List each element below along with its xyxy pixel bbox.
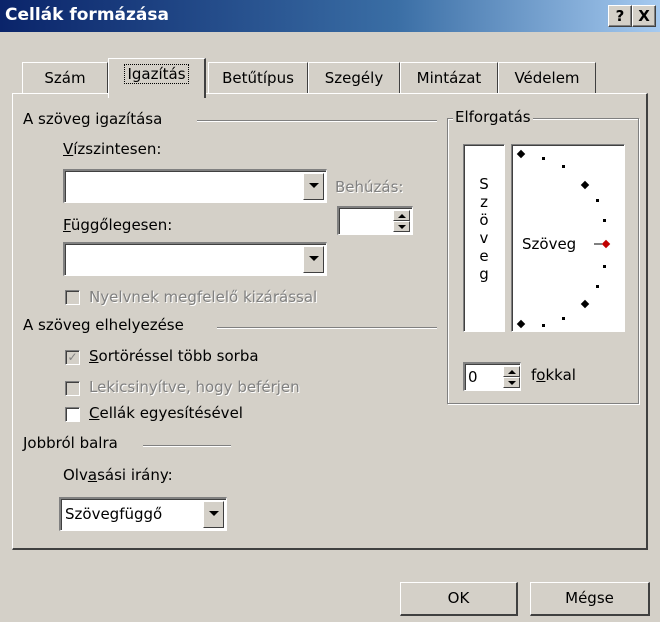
spin-down-icon[interactable] bbox=[503, 377, 520, 388]
alignment-panel: A szöveg igazítása Vízszintesen: Behúzás… bbox=[12, 93, 648, 550]
justify-distributed-checkbox[interactable] bbox=[65, 290, 80, 305]
vertical-text-char: S bbox=[479, 175, 489, 193]
dialog-title: Cellák formázása bbox=[5, 5, 169, 25]
dial-text: Szöveg bbox=[522, 235, 577, 253]
merge-cells-label: Cellák egyesítésével bbox=[89, 404, 243, 422]
tab-alignment[interactable]: Igazítás bbox=[108, 58, 206, 98]
text-direction-dropdown[interactable]: Szövegfüggő bbox=[59, 497, 227, 531]
spin-up-icon[interactable] bbox=[503, 366, 520, 377]
help-button[interactable]: ? bbox=[608, 5, 632, 27]
degrees-spinner[interactable]: 0 bbox=[463, 362, 521, 391]
tab-label: Szám bbox=[44, 69, 86, 87]
horizontal-dropdown[interactable] bbox=[63, 169, 327, 203]
vertical-label: Függőlegesen: bbox=[63, 216, 173, 234]
text-control-heading: A szöveg elhelyezése bbox=[23, 316, 184, 334]
chevron-down-icon[interactable] bbox=[203, 501, 224, 528]
close-button[interactable]: X bbox=[632, 5, 656, 27]
tab-protection[interactable]: Védelem bbox=[498, 62, 596, 94]
vertical-text-box[interactable]: Szöveg bbox=[463, 144, 505, 332]
tab-label: Betűtípus bbox=[222, 69, 294, 87]
tab-font[interactable]: Betűtípus bbox=[208, 62, 308, 94]
horizontal-label: Vízszintesen: bbox=[63, 140, 162, 158]
vertical-text: Szöveg bbox=[464, 175, 504, 283]
section-divider bbox=[197, 120, 437, 122]
degrees-label: fokkal bbox=[531, 366, 576, 384]
cancel-button[interactable]: Mégse bbox=[530, 582, 650, 616]
vertical-dropdown[interactable] bbox=[63, 242, 327, 276]
degrees-value: 0 bbox=[468, 368, 478, 386]
indent-spin-buttons[interactable] bbox=[393, 210, 410, 232]
tab-label: Igazítás bbox=[124, 64, 189, 84]
orientation-dial[interactable]: Szöveg bbox=[511, 144, 625, 332]
section-divider bbox=[217, 327, 437, 329]
text-direction-value: Szövegfüggő bbox=[65, 505, 163, 523]
vertical-text-char: g bbox=[479, 265, 489, 283]
vertical-text-char: v bbox=[479, 229, 489, 247]
rtl-heading: Jobbról balra bbox=[23, 434, 118, 452]
tab-number[interactable]: Szám bbox=[22, 62, 108, 94]
indent-label: Behúzás: bbox=[335, 178, 404, 196]
tab-label: Mintázat bbox=[416, 69, 482, 87]
ok-button[interactable]: OK bbox=[400, 582, 518, 616]
wrap-text-checkbox[interactable]: ✓ bbox=[65, 350, 80, 365]
text-direction-label: Olvasási irány: bbox=[63, 466, 173, 484]
format-cells-dialog: Cellák formázása ? X Szám Igazítás Betűt… bbox=[0, 0, 660, 622]
section-divider bbox=[143, 445, 231, 447]
degrees-spin-buttons[interactable] bbox=[503, 366, 520, 388]
merge-cells-checkbox[interactable] bbox=[65, 407, 80, 422]
vertical-text-char: z bbox=[480, 193, 488, 211]
shrink-to-fit-checkbox[interactable] bbox=[65, 381, 80, 396]
orientation-heading: Elforgatás bbox=[453, 108, 533, 126]
wrap-text-label: Sortöréssel több sorba bbox=[89, 347, 259, 365]
spin-up-icon[interactable] bbox=[393, 210, 410, 221]
chevron-down-icon[interactable] bbox=[303, 246, 324, 273]
tab-label: Szegély bbox=[324, 69, 384, 87]
text-alignment-heading: A szöveg igazítása bbox=[23, 110, 163, 128]
tab-patterns[interactable]: Mintázat bbox=[400, 62, 498, 94]
vertical-text-char: ö bbox=[479, 211, 489, 229]
title-bar[interactable]: Cellák formázása ? X bbox=[0, 0, 660, 32]
chevron-down-icon[interactable] bbox=[303, 173, 324, 200]
shrink-to-fit-label: Lekicsinyítve, hogy beférjen bbox=[89, 378, 300, 396]
tab-border[interactable]: Szegély bbox=[308, 62, 400, 94]
tab-label: Védelem bbox=[514, 69, 580, 87]
justify-distributed-label: Nyelvnek megfelelő kizárással bbox=[89, 288, 318, 306]
indent-spinner[interactable] bbox=[337, 206, 413, 235]
spin-down-icon[interactable] bbox=[393, 221, 410, 232]
vertical-text-char: e bbox=[479, 247, 489, 265]
